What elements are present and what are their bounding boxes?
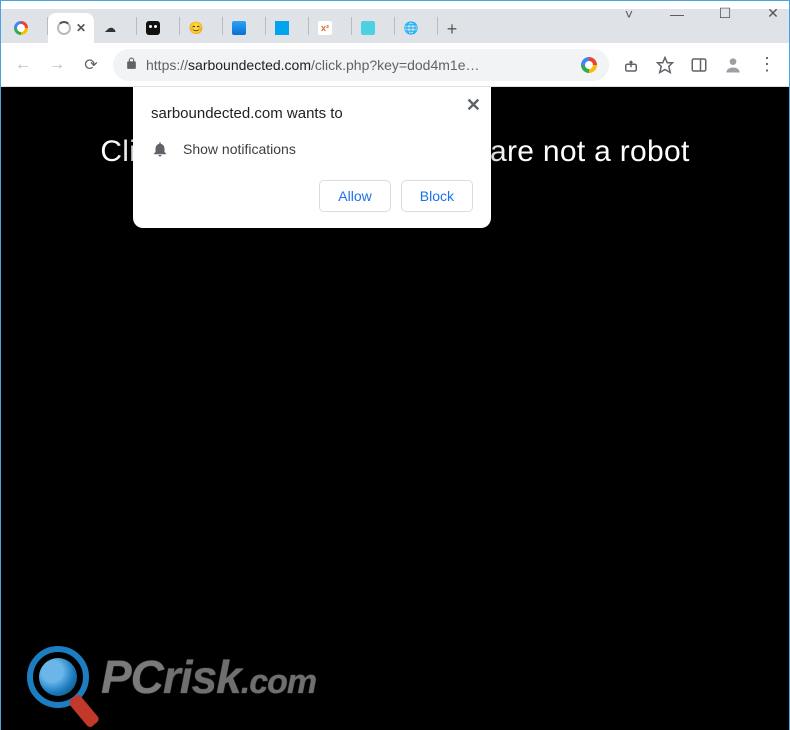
new-tab-button[interactable]: + <box>438 15 466 43</box>
tab-5[interactable] <box>223 13 265 43</box>
side-panel-button[interactable] <box>687 53 711 77</box>
browser-toolbar: ← → ⟳ https://sarboundected.com/click.ph… <box>1 43 789 87</box>
google-search-icon[interactable] <box>581 57 597 73</box>
share-button[interactable] <box>619 53 643 77</box>
prompt-permission-text: Show notifications <box>183 141 296 157</box>
tab-close-button[interactable]: ✕ <box>76 21 86 35</box>
watermark: PCrisk.com <box>27 646 316 708</box>
notification-permission-prompt: ✕ sarboundected.com wants to Show notifi… <box>133 87 491 228</box>
tab-3[interactable] <box>137 13 179 43</box>
teal-app-icon <box>360 20 376 36</box>
tab-9[interactable]: 🌐 <box>395 13 437 43</box>
back-button[interactable]: ← <box>11 53 35 77</box>
profile-button[interactable] <box>721 53 745 77</box>
window-controls: ˅ — ☐ ✕ <box>619 5 783 22</box>
tab-6[interactable] <box>266 13 308 43</box>
tab-4[interactable]: 😊 <box>180 13 222 43</box>
prompt-title: sarboundected.com wants to <box>151 105 473 122</box>
tab-7[interactable]: x² <box>309 13 351 43</box>
lock-icon <box>125 57 138 73</box>
tab-1-active[interactable]: ✕ <box>48 13 94 43</box>
tab-8[interactable] <box>352 13 394 43</box>
google-icon <box>13 20 29 36</box>
reload-button[interactable]: ⟳ <box>79 53 103 77</box>
globe-icon: 🌐 <box>403 20 419 36</box>
window-chevron-icon[interactable]: ˅ <box>619 6 639 22</box>
tab-2[interactable]: ☁ <box>94 13 136 43</box>
magnifier-icon <box>27 646 89 708</box>
cloud-icon: ☁ <box>102 20 118 36</box>
window-close-button[interactable]: ✕ <box>763 5 783 22</box>
address-bar[interactable]: https://sarboundected.com/click.php?key=… <box>113 49 609 81</box>
block-button[interactable]: Block <box>401 180 473 212</box>
window-maximize-button[interactable]: ☐ <box>715 5 735 22</box>
watermark-text: PCrisk.com <box>101 650 316 704</box>
bell-icon <box>151 140 169 158</box>
blue-app-icon <box>231 20 247 36</box>
math-icon: x² <box>317 20 333 36</box>
url-text: https://sarboundected.com/click.php?key=… <box>146 57 573 73</box>
prompt-close-button[interactable]: ✕ <box>466 95 481 116</box>
page-content: Cli u are not a robot ✕ sarboundected.co… <box>1 87 789 730</box>
windows-icon <box>274 20 290 36</box>
emoji-icon: 😊 <box>188 20 204 36</box>
forward-button[interactable]: → <box>45 53 69 77</box>
loading-icon <box>56 20 72 36</box>
face-icon <box>145 20 161 36</box>
bookmark-star-button[interactable] <box>653 53 677 77</box>
window-minimize-button[interactable]: — <box>667 6 687 22</box>
chrome-menu-button[interactable]: ⋮ <box>755 53 779 77</box>
allow-button[interactable]: Allow <box>319 180 390 212</box>
tab-0[interactable] <box>5 13 47 43</box>
